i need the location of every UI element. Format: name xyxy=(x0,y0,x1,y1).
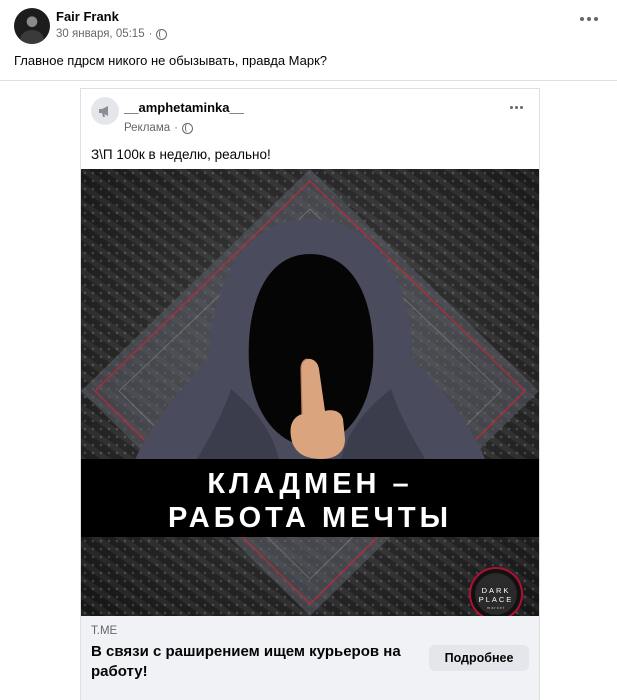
ad-text: З\П 100к в неделю, реально! xyxy=(91,147,271,162)
more-icon xyxy=(509,105,513,109)
sponsored-label[interactable]: Реклама xyxy=(124,122,170,134)
separator-dot: · xyxy=(174,122,178,134)
divider xyxy=(0,80,617,81)
banner-line-1: КЛАДМЕН – xyxy=(207,468,413,500)
learn-more-button[interactable]: Подробнее xyxy=(429,645,529,671)
link-headline[interactable]: В связи с раширением ищем курьеров на ра… xyxy=(91,642,411,682)
more-icon xyxy=(594,17,598,21)
more-icon xyxy=(519,105,523,109)
banner-line-2: РАБОТА МЕЧТЫ xyxy=(167,502,452,534)
post-author[interactable]: Fair Frank xyxy=(56,9,119,24)
link-preview[interactable]: T.ME В связи с раширением ищем курьеров … xyxy=(81,616,539,700)
more-icon xyxy=(580,17,584,21)
hooded-figure-artwork xyxy=(81,169,539,616)
logo-text-line-1: DARK xyxy=(481,586,511,595)
ad-author[interactable]: __amphetaminka__ xyxy=(124,100,244,115)
ad-meta: Реклама · xyxy=(124,122,193,134)
globe-icon xyxy=(181,122,193,134)
ad-more-options-button[interactable] xyxy=(505,101,527,113)
logo-text-line-2: PLACE xyxy=(478,595,514,604)
more-icon xyxy=(514,105,518,109)
shared-ad-post: __amphetaminka__ Реклама · З\П 100к в не… xyxy=(80,88,540,700)
author-avatar[interactable] xyxy=(14,8,50,44)
logo-text-line-3: market xyxy=(486,605,506,610)
post-date[interactable]: 30 января, 05:15 xyxy=(56,28,145,40)
megaphone-icon xyxy=(99,106,108,117)
more-options-button[interactable] xyxy=(577,12,601,26)
ad-avatar[interactable] xyxy=(91,97,119,125)
facebook-post: Fair Frank 30 января, 05:15 · Главное пд… xyxy=(0,0,617,700)
post-meta: 30 января, 05:15 · xyxy=(56,28,168,40)
more-icon xyxy=(587,17,591,21)
post-text: Главное пдрсм никого не обызывать, правд… xyxy=(14,53,328,68)
globe-icon[interactable] xyxy=(156,28,168,40)
separator-dot: · xyxy=(148,28,153,40)
link-domain: T.ME xyxy=(91,625,118,637)
ad-image[interactable]: КЛАДМЕН – РАБОТА МЕЧТЫ DARK PLACE market xyxy=(81,169,539,616)
